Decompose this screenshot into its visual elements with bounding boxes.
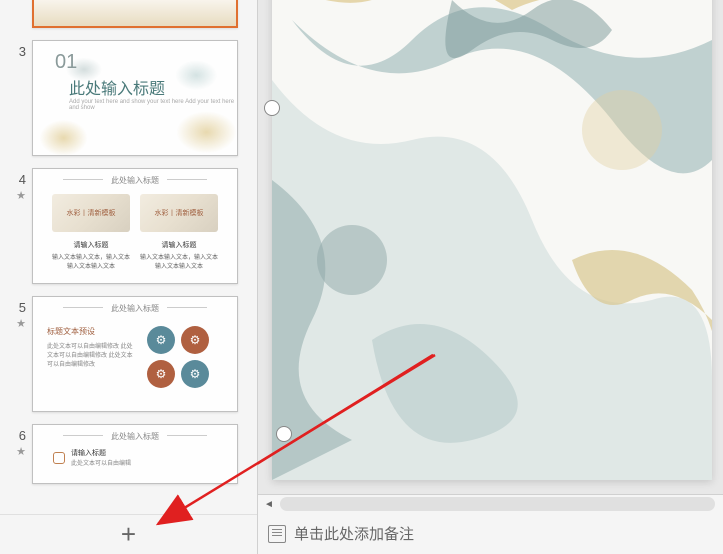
slide-thumbnail-2-partial[interactable]: [32, 0, 238, 28]
text-body: 输入文本输入文本，输入文本输入文本输入文本: [52, 252, 130, 270]
oil-pump-icon: ⚙: [181, 326, 209, 354]
item-text: 此处文本可以自由编辑: [71, 458, 131, 467]
animation-star-icon: ★: [4, 189, 26, 202]
animation-star-icon: ★: [4, 445, 26, 458]
text-title: 请输入标题: [52, 240, 130, 250]
thumb-header: 此处输入标题: [33, 297, 237, 318]
thumb-header: 此处输入标题: [33, 169, 237, 190]
thumb-meta-5: 5 ★: [4, 296, 32, 330]
oil-pump-icon: ⚙: [147, 326, 175, 354]
text-title: 请输入标题: [140, 240, 218, 250]
main-area: ◄ 单击此处添加备注: [258, 0, 723, 554]
thumbnail-row-partial: [0, 0, 257, 28]
item-title: 请输入标题: [71, 448, 131, 458]
thumbnail-scroll: 3 01 此处输入标题 Add your text here and show …: [0, 0, 257, 510]
slide-thumbnail-4[interactable]: 此处输入标题 水彩丨清新模板 水彩丨清新模板 请输入标题 输入文本输入文本，输入…: [32, 168, 238, 284]
text-body: 此处文本可以自由编辑修改 此处文本可以自由编辑修改 此处文本可以自由编辑修改: [47, 341, 137, 368]
scroll-left-arrow-icon[interactable]: ◄: [262, 497, 276, 511]
checkbox-icon: [53, 452, 65, 464]
slide-number: 3: [19, 44, 26, 59]
thumbnail-panel: 3 01 此处输入标题 Add your text here and show …: [0, 0, 258, 554]
thumb-header: 此处输入标题: [33, 425, 237, 446]
oil-pump-icon: ⚙: [147, 360, 175, 388]
slide-thumbnail-3[interactable]: 01 此处输入标题 Add your text here and show yo…: [32, 40, 238, 156]
thumbnail-row-4: 4 ★ 此处输入标题 水彩丨清新模板 水彩丨清新模板 请输入标题 输入文本输入文…: [0, 168, 257, 284]
thumb-meta-6: 6 ★: [4, 424, 32, 458]
resize-handle-left[interactable]: [264, 100, 280, 116]
notes-input[interactable]: 单击此处添加备注: [258, 513, 723, 554]
thumb-meta: [4, 0, 32, 2]
slide-thumbnail-5[interactable]: 此处输入标题 标题文本预设 此处文本可以自由编辑修改 此处文本可以自由编辑修改 …: [32, 296, 238, 412]
oil-pump-icon: ⚙: [181, 360, 209, 388]
scroll-track[interactable]: [280, 497, 715, 511]
content-box: 水彩丨清新模板: [52, 194, 130, 232]
canvas-area: [258, 0, 723, 494]
resize-handle-bottom[interactable]: [276, 426, 292, 442]
slide-canvas[interactable]: [272, 0, 712, 480]
notes-placeholder: 单击此处添加备注: [294, 523, 414, 544]
slide-number: 6: [19, 428, 26, 443]
text-title: 标题文本预设: [47, 326, 137, 337]
thumb-meta-3: 3: [4, 40, 32, 59]
thumbnail-row-6: 6 ★ 此处输入标题 请输入标题 此处文本可以自由编辑: [0, 424, 257, 484]
section-number: 01: [55, 51, 77, 74]
horizontal-scrollbar[interactable]: ◄: [258, 495, 723, 513]
animation-star-icon: ★: [4, 317, 26, 330]
content-box: 水彩丨清新模板: [140, 194, 218, 232]
thumbnail-row-3: 3 01 此处输入标题 Add your text here and show …: [0, 40, 257, 156]
add-slide-button[interactable]: +: [0, 514, 257, 554]
plus-icon: +: [121, 519, 136, 550]
slide-number: 5: [19, 300, 26, 315]
slide-background-art: [272, 0, 712, 480]
thumbnail-row-5: 5 ★ 此处输入标题 标题文本预设 此处文本可以自由编辑修改 此处文本可以自由编…: [0, 296, 257, 412]
bottom-bar: ◄ 单击此处添加备注: [258, 494, 723, 554]
slide-subtitle: Add your text here and show your text he…: [69, 99, 237, 111]
thumb-meta-4: 4 ★: [4, 168, 32, 202]
notes-icon: [268, 525, 286, 543]
slide-number: 4: [19, 172, 26, 187]
text-body: 输入文本输入文本，输入文本输入文本输入文本: [140, 252, 218, 270]
slide-thumbnail-6[interactable]: 此处输入标题 请输入标题 此处文本可以自由编辑: [32, 424, 238, 484]
slide-title: 此处输入标题: [69, 75, 165, 99]
